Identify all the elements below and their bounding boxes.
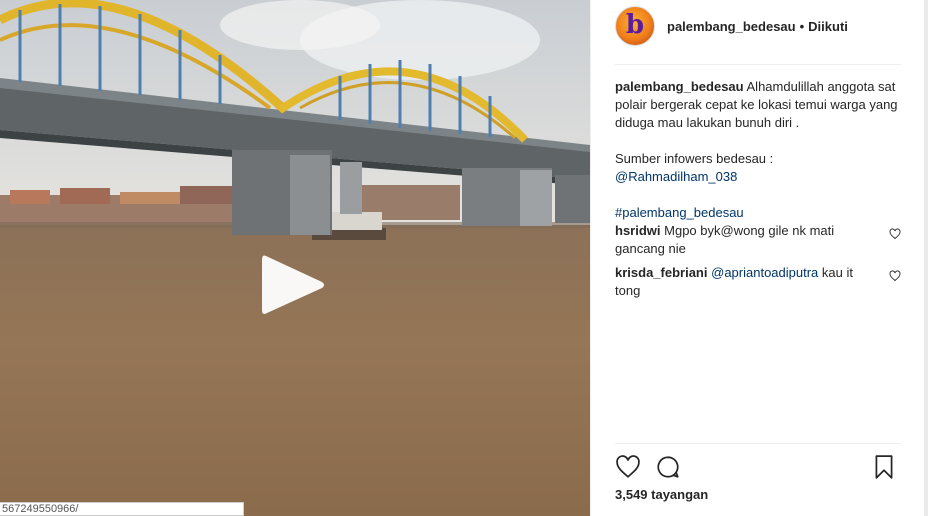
bookmark-icon[interactable] — [871, 454, 897, 480]
caption-hashtag[interactable]: #palembang_bedesau — [615, 204, 901, 222]
status-url: 567249550966/ — [0, 502, 244, 516]
scrollbar-edge — [924, 0, 928, 516]
post-sidebar: b palembang_bedesau • Diikuti palembang_… — [590, 0, 928, 516]
post-header: b palembang_bedesau • Diikuti — [615, 6, 901, 46]
caption-source: Sumber infowers bedesau : — [615, 151, 774, 166]
small-heart-icon[interactable] — [889, 270, 901, 282]
caption-mention[interactable]: @Rahmadilham_038 — [615, 168, 901, 186]
follow-status-button[interactable]: Diikuti — [808, 19, 848, 34]
header-separator: • — [799, 18, 805, 34]
comment-item: hsridwi Mgpo byk@wong gile nk mati ganca… — [615, 222, 901, 258]
header-username[interactable]: palembang_bedesau — [667, 19, 796, 34]
avatar[interactable]: b — [615, 6, 655, 46]
comment-username[interactable]: krisda_febriani — [615, 265, 708, 280]
caption: palembang_bedesau Alhamdulillah anggota … — [615, 78, 901, 222]
avatar-letter: b — [625, 10, 645, 40]
play-icon[interactable] — [258, 250, 328, 320]
caption-username[interactable]: palembang_bedesau — [615, 79, 744, 94]
small-heart-icon[interactable] — [889, 228, 901, 240]
comments-area: palembang_bedesau Alhamdulillah anggota … — [615, 78, 901, 300]
header-divider — [615, 64, 901, 65]
comment-icon[interactable] — [655, 454, 681, 480]
comment-item: krisda_febriani @apriantoadiputra kau it… — [615, 264, 901, 300]
video-player[interactable]: 567249550966/ — [0, 0, 590, 516]
instagram-post: 567249550966/ b palembang_bedesau • Diik… — [0, 0, 928, 516]
view-count[interactable]: 3,549 tayangan — [615, 487, 708, 502]
comment-username[interactable]: hsridwi — [615, 223, 661, 238]
heart-icon[interactable] — [615, 454, 641, 480]
action-bar — [615, 452, 901, 482]
actions-divider — [615, 443, 901, 444]
comment-mention[interactable]: @apriantoadiputra — [711, 265, 818, 280]
